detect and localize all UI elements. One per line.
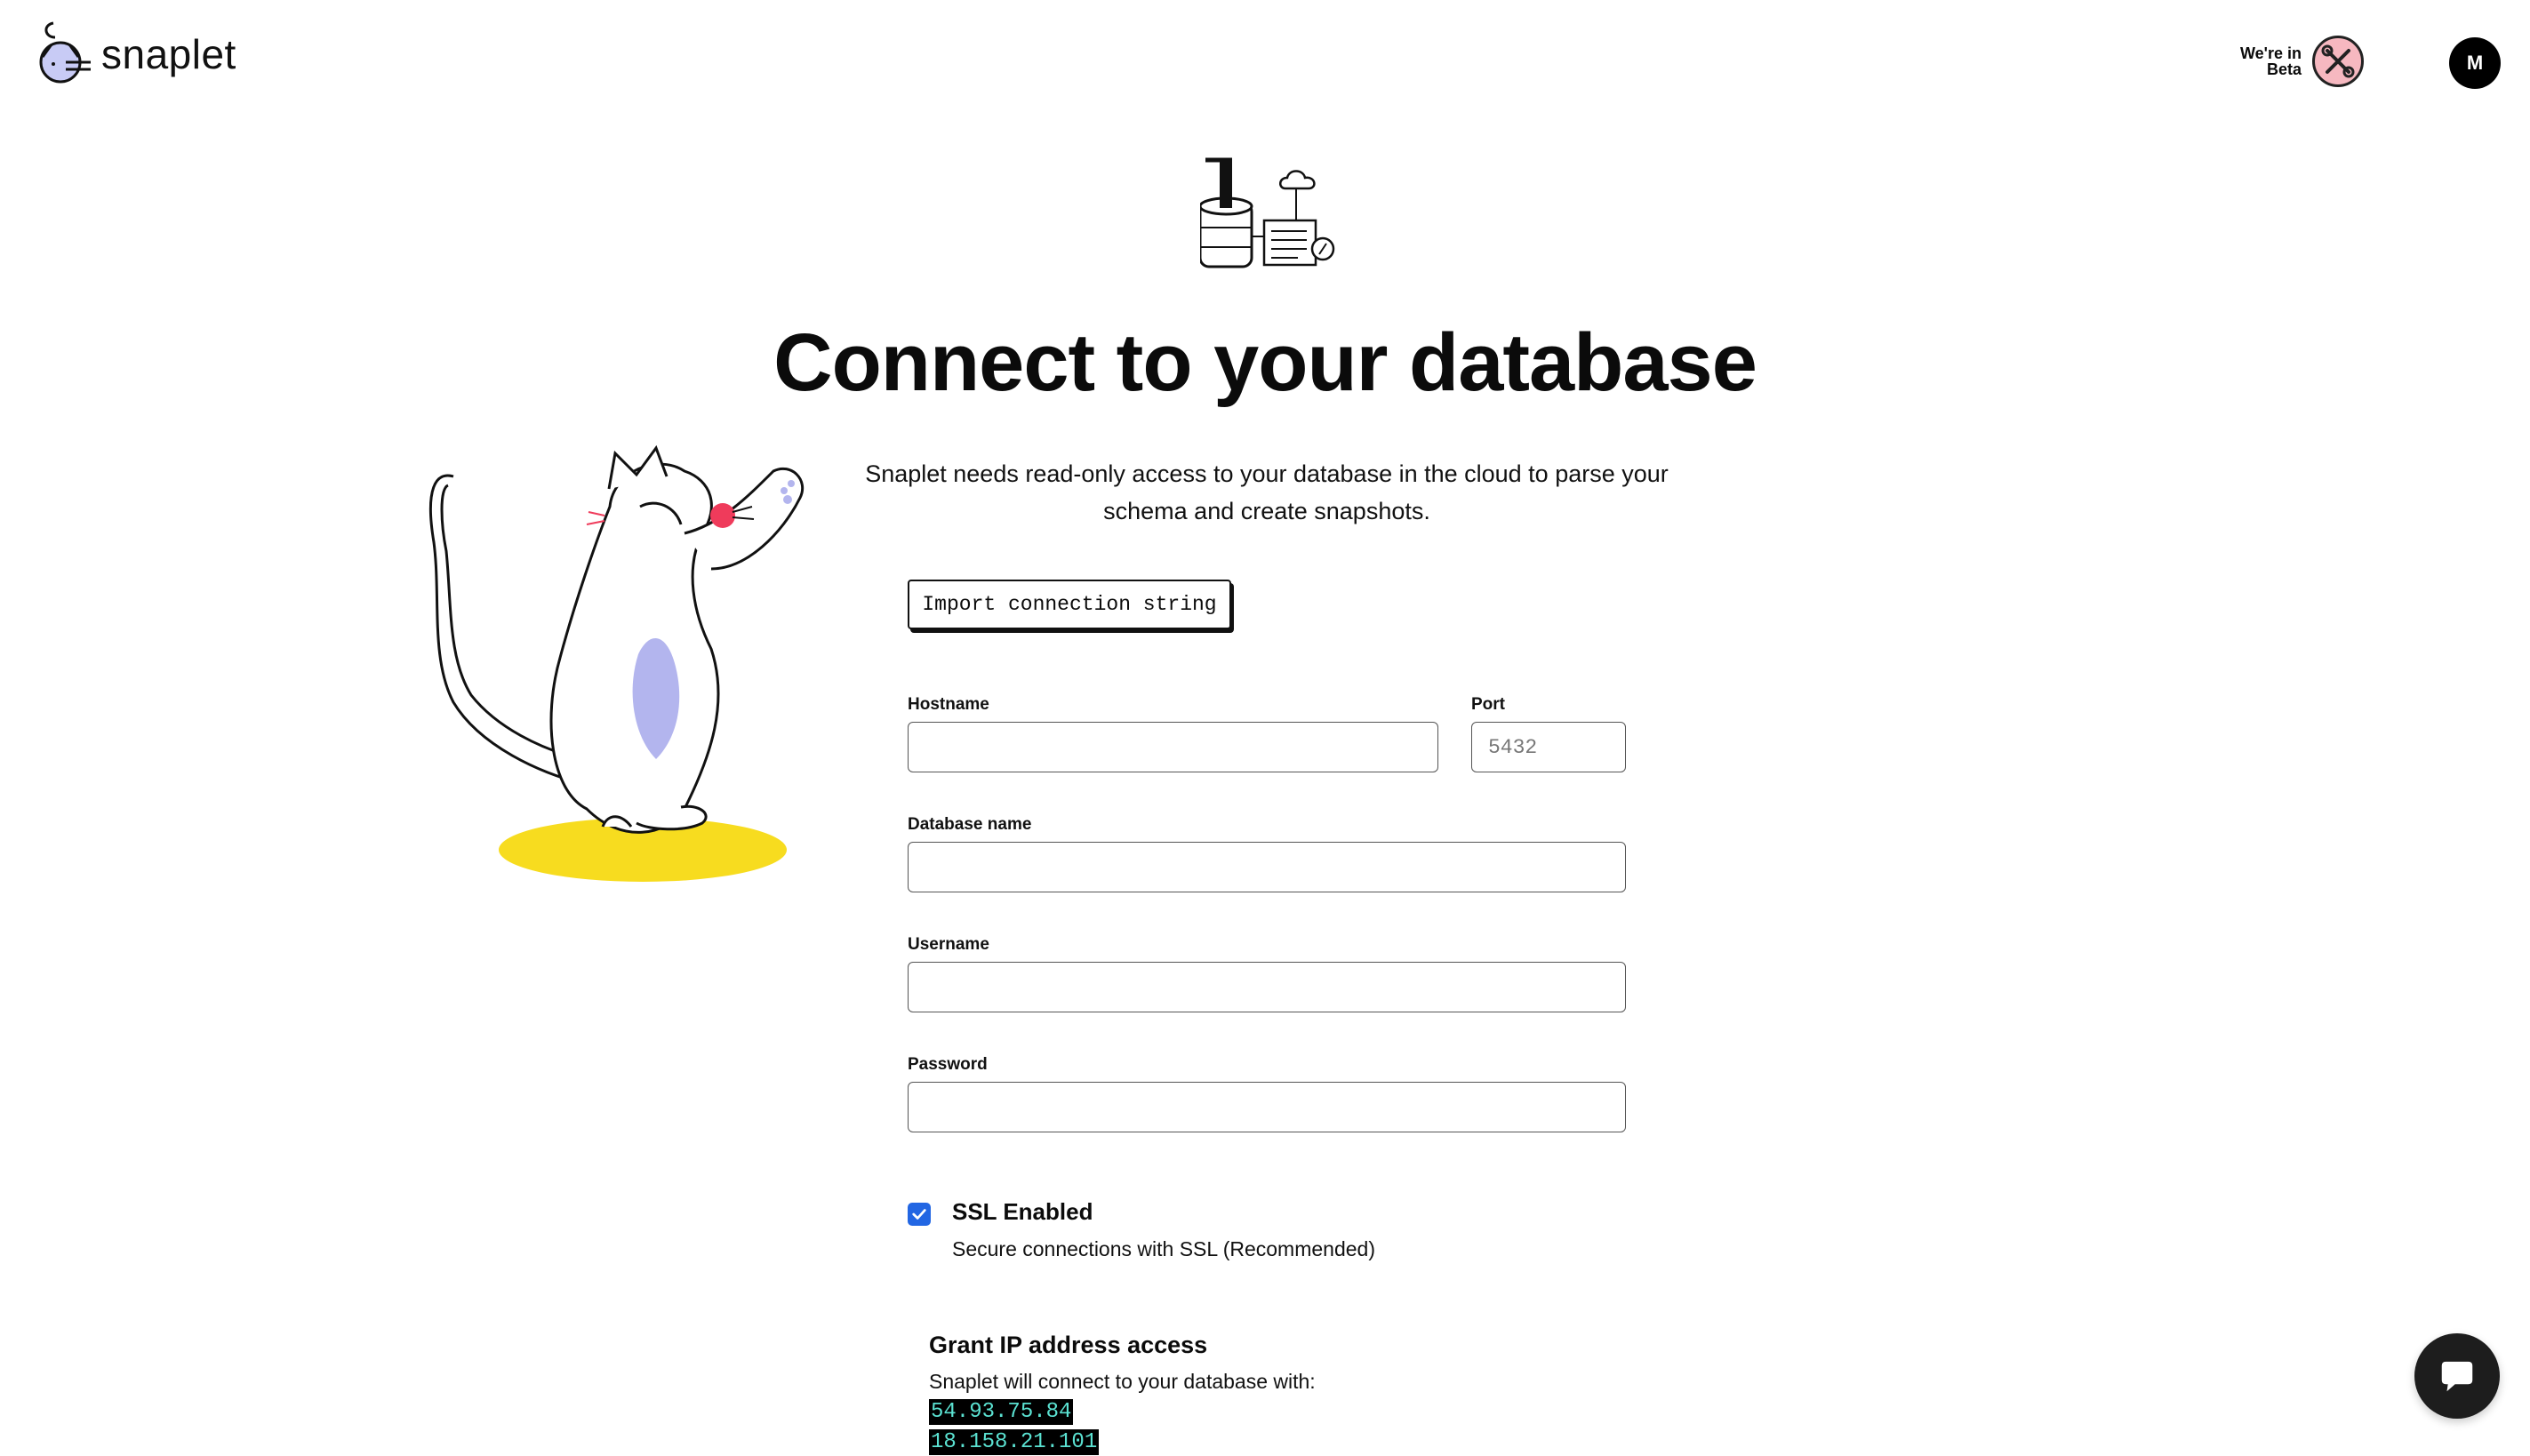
grant-ip-description: Snaplet will connect to your database wi… bbox=[929, 1370, 1316, 1393]
username-label: Username bbox=[908, 935, 989, 954]
database-name-input[interactable] bbox=[908, 842, 1626, 892]
beta-label: We're in Beta bbox=[2240, 44, 2302, 78]
ssl-description: Secure connections with SSL (Recommended… bbox=[952, 1237, 1375, 1260]
logo-text: snaplet bbox=[101, 31, 236, 77]
page-title: Connect to your database bbox=[773, 317, 1757, 408]
ip-address: 18.158.21.101 bbox=[929, 1429, 1100, 1455]
database-illustration-icon bbox=[1200, 157, 1335, 268]
grant-ip-title: Grant IP address access bbox=[929, 1332, 1208, 1358]
hostname-label: Hostname bbox=[908, 695, 989, 714]
snaplet-logo[interactable]: snaplet bbox=[34, 16, 247, 87]
snaplet-logo-icon bbox=[39, 21, 91, 84]
port-input[interactable] bbox=[1471, 722, 1626, 772]
chat-icon bbox=[2441, 1361, 2473, 1392]
chat-button[interactable] bbox=[2414, 1333, 2500, 1419]
cat-illustration bbox=[428, 444, 805, 882]
port-label: Port bbox=[1471, 695, 1505, 714]
password-input[interactable] bbox=[908, 1082, 1626, 1132]
beta-badge-icon bbox=[2311, 36, 2364, 87]
database-name-label: Database name bbox=[908, 815, 1032, 834]
hostname-input[interactable] bbox=[908, 722, 1438, 772]
beta-indicator[interactable]: We're in Beta bbox=[2240, 36, 2364, 87]
avatar[interactable]: M bbox=[2449, 37, 2501, 89]
ssl-checkbox[interactable] bbox=[908, 1203, 931, 1226]
ssl-title: SSL Enabled bbox=[952, 1198, 1093, 1225]
check-icon bbox=[912, 1209, 926, 1220]
username-input[interactable] bbox=[908, 962, 1626, 1012]
page-subtitle: Snaplet needs read-only access to your d… bbox=[865, 460, 1669, 524]
password-label: Password bbox=[908, 1055, 988, 1074]
import-connection-string-button[interactable]: Import connection string bbox=[908, 580, 1231, 629]
ip-address: 54.93.75.84 bbox=[929, 1399, 1074, 1425]
